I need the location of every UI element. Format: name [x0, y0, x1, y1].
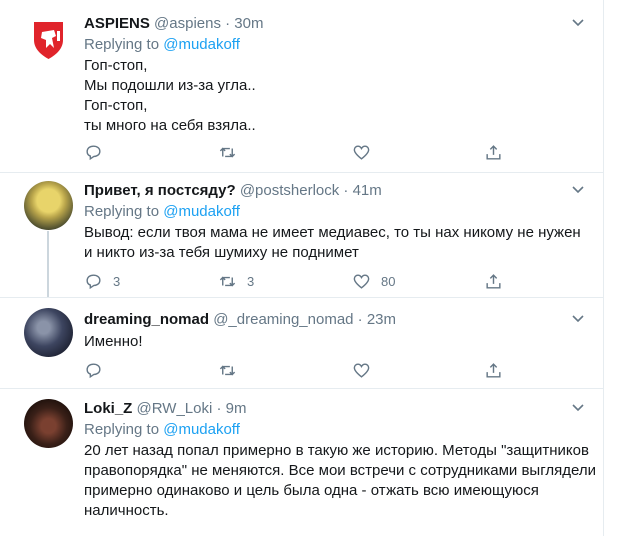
like-icon	[353, 273, 370, 289]
reply-icon	[86, 362, 101, 378]
reply-count: 3	[113, 273, 121, 289]
tweet-text: 20 лет назад попал примерно в такую же и…	[84, 442, 596, 519]
reply-button[interactable]	[84, 142, 113, 162]
share-button[interactable]	[484, 360, 503, 380]
tweet[interactable]: Привет, я постсяду? @postsherlock · 41m …	[0, 173, 604, 297]
reply-icon	[86, 144, 101, 160]
tweet-actions: 3 3 80	[84, 271, 514, 291]
retweet-icon	[219, 147, 236, 157]
reply-button[interactable]	[84, 360, 113, 380]
tweet[interactable]: ASPIENS @aspiens · 30m Replying to @muda…	[0, 0, 604, 172]
reply-button[interactable]: 3	[84, 271, 120, 291]
avatar[interactable]	[24, 308, 73, 357]
reply-icon	[86, 273, 101, 289]
chevron-down-icon[interactable]	[570, 310, 586, 326]
tweet-header: Привет, я постсяду? @postsherlock · 41m	[84, 181, 382, 201]
tweet-text: Вывод: если твоя мама не имеет медиавес,…	[84, 224, 581, 261]
mention-link[interactable]: @mudakoff	[163, 203, 240, 220]
replying-to: Replying to @mudakoff	[84, 203, 240, 220]
display-name[interactable]: ASPIENS	[84, 15, 150, 32]
avatar[interactable]	[24, 181, 73, 230]
retweet-button[interactable]: 3	[218, 271, 254, 291]
avatar[interactable]	[24, 14, 73, 63]
tweet[interactable]: dreaming_nomad @_dreaming_nomad · 23m Им…	[0, 298, 604, 388]
share-icon	[486, 362, 501, 378]
mention-link[interactable]: @mudakoff	[163, 421, 240, 438]
like-button[interactable]	[352, 360, 381, 380]
tweet-text: Именно!	[84, 333, 143, 350]
chevron-down-icon[interactable]	[570, 399, 586, 415]
chevron-down-icon[interactable]	[570, 14, 586, 30]
tweet-text: Гоп-стоп, Мы подошли из-за угла.. Гоп-ст…	[84, 57, 256, 134]
coat-of-arms-icon	[34, 22, 63, 59]
tweet-header: ASPIENS @aspiens · 30m	[84, 14, 263, 34]
handle-and-time[interactable]: @postsherlock · 41m	[240, 182, 382, 199]
display-name[interactable]: dreaming_nomad	[84, 311, 209, 328]
thread-line	[47, 231, 49, 297]
mention-link[interactable]: @mudakoff	[163, 36, 240, 53]
retweet-icon	[219, 276, 236, 286]
like-icon	[353, 144, 370, 160]
retweet-button[interactable]	[218, 360, 247, 380]
tweet-actions	[84, 360, 514, 380]
share-button[interactable]	[484, 142, 503, 162]
tweet-header: Loki_Z @RW_Loki · 9m	[84, 399, 247, 419]
like-count: 80	[381, 273, 396, 289]
share-button[interactable]	[484, 271, 503, 291]
avatar[interactable]	[24, 399, 73, 448]
handle-and-time[interactable]: @_dreaming_nomad · 23m	[213, 311, 396, 328]
share-icon	[486, 273, 501, 289]
replying-to: Replying to @mudakoff	[84, 36, 240, 53]
display-name[interactable]: Loki_Z	[84, 400, 132, 417]
replying-to: Replying to @mudakoff	[84, 421, 240, 438]
share-icon	[486, 144, 501, 160]
chevron-down-icon[interactable]	[570, 181, 586, 197]
handle-and-time[interactable]: @aspiens · 30m	[154, 15, 263, 32]
retweet-icon	[219, 365, 236, 375]
tweet-header: dreaming_nomad @_dreaming_nomad · 23m	[84, 310, 396, 330]
tweet[interactable]: Loki_Z @RW_Loki · 9m Replying to @mudako…	[0, 389, 604, 536]
handle-and-time[interactable]: @RW_Loki · 9m	[137, 400, 247, 417]
like-button[interactable]: 80	[352, 271, 395, 291]
display-name[interactable]: Привет, я постсяду?	[84, 182, 236, 199]
tweet-actions	[84, 142, 514, 162]
like-icon	[353, 362, 370, 378]
retweet-count: 3	[247, 273, 255, 289]
retweet-button[interactable]	[218, 142, 247, 162]
timeline: ASPIENS @aspiens · 30m Replying to @muda…	[0, 0, 604, 536]
like-button[interactable]	[352, 142, 381, 162]
